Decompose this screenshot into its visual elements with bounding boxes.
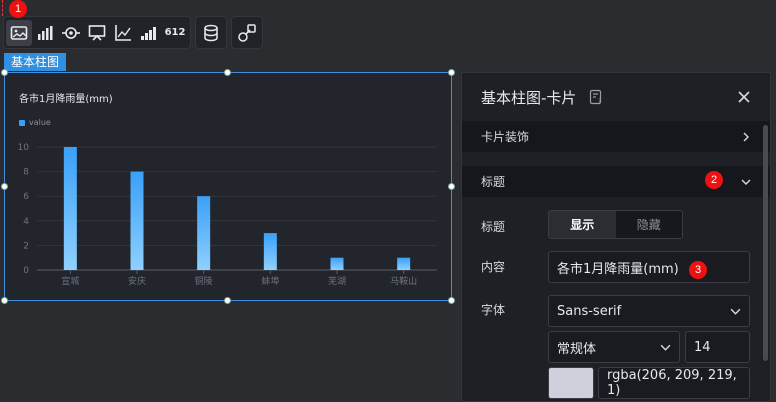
section-label: 标题 [481, 175, 506, 189]
chevron-down-icon [741, 179, 751, 185]
font-size-input[interactable]: 14 [685, 331, 750, 363]
link-tool-button[interactable] [234, 20, 260, 46]
database-tool-button[interactable] [198, 20, 224, 46]
close-icon[interactable] [737, 90, 751, 104]
eye-target-icon [62, 26, 80, 39]
image-tool-button[interactable] [6, 19, 32, 46]
axis-chart-icon [115, 24, 131, 41]
x-tick-label: 铜陵 [195, 275, 213, 287]
stepped-bar-icon [141, 26, 156, 40]
title-content-value: 各市1月降雨量(mm) [557, 261, 679, 277]
panel-title: 基本柱图-卡片 [481, 88, 577, 107]
axis-chart-tool-button[interactable] [110, 20, 136, 46]
component-toolbar: 612 [3, 16, 263, 49]
font-family-select[interactable]: Sans-serif [548, 295, 750, 327]
font-weight-value: 常规体 [557, 341, 597, 357]
font-family-value: Sans-serif [557, 303, 622, 319]
bar [197, 196, 211, 270]
properties-panel: 基本柱图-卡片 ? 卡片装饰 标题 标题 显示 隐藏 内容 各市1月降雨量(mm… [461, 72, 771, 402]
title-visibility-toggle: 显示 隐藏 [548, 210, 683, 239]
bar [397, 257, 411, 270]
show-option[interactable]: 显示 [549, 211, 616, 238]
x-tick-label: 宣城 [61, 275, 79, 287]
link-group [231, 16, 263, 49]
step-badge-3: 3 [689, 261, 707, 279]
panel-scrollbar[interactable] [763, 125, 768, 361]
chart-type-group: 612 [3, 16, 191, 49]
presentation-tool-button[interactable] [84, 20, 110, 46]
chevron-right-icon [743, 132, 749, 141]
svg-text:?: ? [598, 98, 601, 105]
hide-option[interactable]: 隐藏 [616, 211, 683, 238]
number-tool-button[interactable]: 612 [162, 20, 188, 46]
bar-chart-tool-button[interactable] [32, 20, 58, 46]
y-tick-label: 10 [18, 143, 30, 153]
x-tick-label: 安庆 [128, 275, 146, 287]
chevron-down-icon [730, 308, 741, 315]
bar [263, 233, 277, 270]
link-shapes-icon [238, 23, 256, 42]
section-title[interactable]: 标题 [462, 166, 770, 197]
title-content-input[interactable]: 各市1月降雨量(mm) [548, 251, 750, 283]
section-card-decoration[interactable]: 卡片装饰 [462, 121, 770, 152]
selection-guide-line [2, 0, 3, 16]
x-tick-label: 马鞍山 [390, 275, 417, 287]
y-tick-label: 6 [23, 192, 29, 202]
document-help-icon[interactable]: ? [588, 89, 604, 105]
step-badge-1: 1 [9, 0, 27, 18]
x-tick-label: 蚌埠 [261, 275, 279, 287]
font-weight-select[interactable]: 常规体 [548, 331, 680, 363]
y-tick-label: 4 [23, 217, 29, 227]
widget-name-tag[interactable]: 基本柱图 [4, 53, 67, 71]
x-tick-label: 芜湖 [328, 275, 346, 287]
resize-handle-bl[interactable] [1, 297, 8, 304]
stepped-bar-tool-button[interactable] [136, 20, 162, 46]
resize-handle-br[interactable] [448, 297, 455, 304]
resize-handle-ml[interactable] [1, 183, 8, 190]
number-icon: 612 [164, 27, 186, 38]
panel-header: 基本柱图-卡片 ? [462, 73, 770, 121]
resize-handle-tr[interactable] [448, 69, 455, 76]
database-icon [204, 24, 218, 41]
font-color-swatch[interactable] [548, 367, 594, 399]
font-color-input[interactable]: rgba(206, 209, 219, 1) [598, 367, 750, 399]
title-visibility-label: 标题 [481, 220, 506, 234]
y-tick-label: 2 [23, 241, 29, 251]
resize-handle-mr[interactable] [448, 183, 455, 190]
data-group [195, 16, 227, 49]
presentation-icon [88, 24, 106, 41]
bar-chart-widget[interactable]: 各市1月降雨量(mm) value 0 2 4 6 8 10 宣城 安庆 铜陵 蚌埠 芜湖 马鞍山 [4, 72, 452, 301]
y-tick-label: 0 [23, 266, 29, 276]
font-label: 字体 [481, 303, 506, 317]
bar [330, 257, 344, 270]
bar-chart-icon [38, 25, 53, 40]
font-size-value: 14 [694, 339, 711, 355]
bar [130, 171, 144, 270]
font-color-value: rgba(206, 209, 219, 1) [607, 368, 737, 398]
section-label: 卡片装饰 [481, 130, 530, 144]
bar [63, 147, 77, 270]
image-icon [10, 25, 28, 40]
bar-chart-plot: 0 2 4 6 8 10 宣城 安庆 铜陵 蚌埠 芜湖 马鞍山 [18, 143, 437, 287]
chevron-down-icon [660, 344, 671, 351]
target-tool-button[interactable] [58, 20, 84, 46]
step-badge-2: 2 [705, 171, 723, 189]
resize-handle-bc[interactable] [224, 297, 231, 304]
resize-handle-tc[interactable] [224, 69, 231, 76]
y-tick-label: 8 [23, 168, 29, 178]
content-label: 内容 [481, 260, 506, 274]
resize-handle-tl[interactable] [1, 69, 8, 76]
